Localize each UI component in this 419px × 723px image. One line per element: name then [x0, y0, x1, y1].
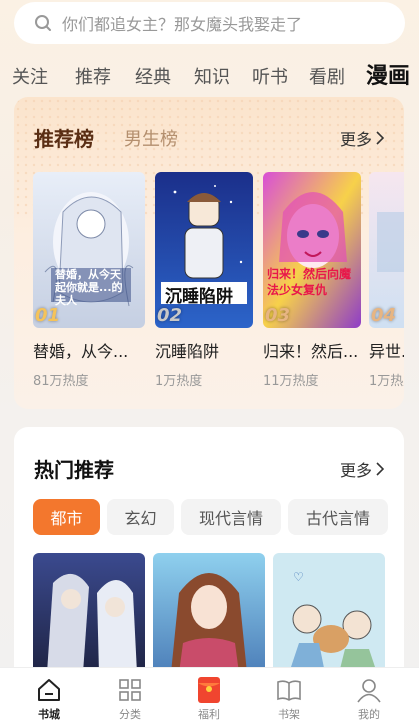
nav-label: 分类 — [119, 708, 141, 721]
hot-title: 热门推荐 — [34, 458, 114, 482]
nav-mine[interactable]: 我的 — [334, 668, 404, 723]
ranking-more-link[interactable]: 更多 — [340, 126, 384, 150]
search-bar[interactable]: 你们都追女主？那女魔头我娶走了 — [14, 2, 405, 44]
rank-badge: 02 — [157, 305, 183, 326]
nav-label: 我的 — [358, 708, 380, 721]
nav-bookstore[interactable]: 书城 — [14, 668, 84, 723]
more-label: 更多 — [339, 461, 372, 480]
search-icon — [35, 15, 51, 31]
nav-category[interactable]: 分类 — [95, 668, 165, 723]
rank-book-3[interactable]: 归来！然后向魔法少女复仇 03 归来！然后... 11万热度 — [263, 172, 375, 389]
rank-badge: 01 — [35, 305, 61, 326]
svg-text:♡: ♡ — [293, 570, 304, 584]
book-title[interactable]: 异世... — [369, 338, 404, 362]
nav-label: 书架 — [278, 708, 300, 721]
book-cover[interactable]: 04 — [369, 172, 404, 328]
rank-badge: 04 — [371, 305, 397, 326]
rank-book-4[interactable]: 04 异世... 1万热度 — [369, 172, 404, 389]
hot-book-thumb-1[interactable] — [33, 553, 145, 673]
chip-urban[interactable]: 都市 — [33, 499, 100, 535]
top-tabs: 关注 推荐 经典 知识 听书 看剧 漫画 — [0, 56, 419, 94]
chip-fantasy[interactable]: 玄幻 — [107, 499, 174, 535]
nav-welfare[interactable]: 福利 — [174, 668, 244, 723]
tab-recommend[interactable]: 推荐 — [75, 63, 111, 89]
book-title[interactable]: 替婚，从今... — [33, 338, 145, 362]
tab-follow[interactable]: 关注 — [12, 63, 48, 89]
book-cover[interactable]: 归来！然后向魔法少女复仇 03 — [263, 172, 361, 328]
rank-badge: 03 — [265, 305, 291, 326]
nav-label: 福利 — [198, 708, 220, 721]
nav-label: 书城 — [38, 708, 60, 721]
book-cover[interactable]: 沉睡陷阱 02 — [155, 172, 253, 328]
book-heat: 1万热度 — [369, 374, 404, 389]
book-heat: 1万热度 — [155, 374, 203, 389]
book-icon — [277, 680, 301, 701]
search-placeholder[interactable]: 你们都追女主？那女魔头我娶走了 — [62, 11, 302, 35]
chevron-right-icon — [376, 131, 384, 145]
more-label: 更多 — [339, 130, 372, 149]
hot-more-link[interactable]: 更多 — [340, 457, 384, 481]
rank-book-1[interactable]: 替婚，从今天起你就是...的夫人 01 替婚，从今... 81万热度 — [33, 172, 145, 389]
tab-knowledge[interactable]: 知识 — [194, 63, 230, 89]
book-cover[interactable]: 替婚，从今天起你就是...的夫人 01 — [33, 172, 145, 328]
tab-audiobook[interactable]: 听书 — [252, 63, 288, 89]
ranking-card: 推荐榜 男生榜 更多 替婚，从今天起你就是...的夫人 01 替婚，从今... … — [14, 97, 404, 409]
grid-icon — [119, 679, 141, 701]
chip-modern-romance[interactable]: 现代言情 — [181, 499, 281, 535]
tab-classic[interactable]: 经典 — [135, 63, 171, 89]
user-icon — [357, 679, 381, 703]
ranking-title[interactable]: 推荐榜 — [34, 123, 94, 152]
bottom-nav: 书城 分类 福利 书架 我的 — [0, 667, 419, 723]
chevron-right-icon — [376, 462, 384, 476]
nav-bookshelf[interactable]: 书架 — [254, 668, 324, 723]
tab-drama[interactable]: 看剧 — [309, 63, 345, 89]
hot-book-thumb-2[interactable] — [153, 553, 265, 673]
home-icon — [38, 679, 60, 701]
tab-comics[interactable]: 漫画 — [366, 58, 410, 90]
red-packet-icon — [198, 677, 220, 703]
chip-ancient-romance[interactable]: 古代言情 — [288, 499, 388, 535]
book-heat: 81万热度 — [33, 374, 89, 389]
male-ranking-tab[interactable]: 男生榜 — [124, 125, 178, 151]
hot-book-thumb-3[interactable]: ♡ — [273, 553, 385, 673]
cover-title: 沉睡陷阱 — [165, 287, 233, 307]
rank-book-2[interactable]: 沉睡陷阱 02 沉睡陷阱 1万热度 — [155, 172, 267, 389]
book-heat: 11万热度 — [263, 374, 319, 389]
cover-title: 替婚，从今天起你就是...的夫人 — [55, 268, 123, 307]
book-title[interactable]: 沉睡陷阱 — [155, 338, 267, 362]
book-title[interactable]: 归来！然后... — [263, 338, 375, 362]
